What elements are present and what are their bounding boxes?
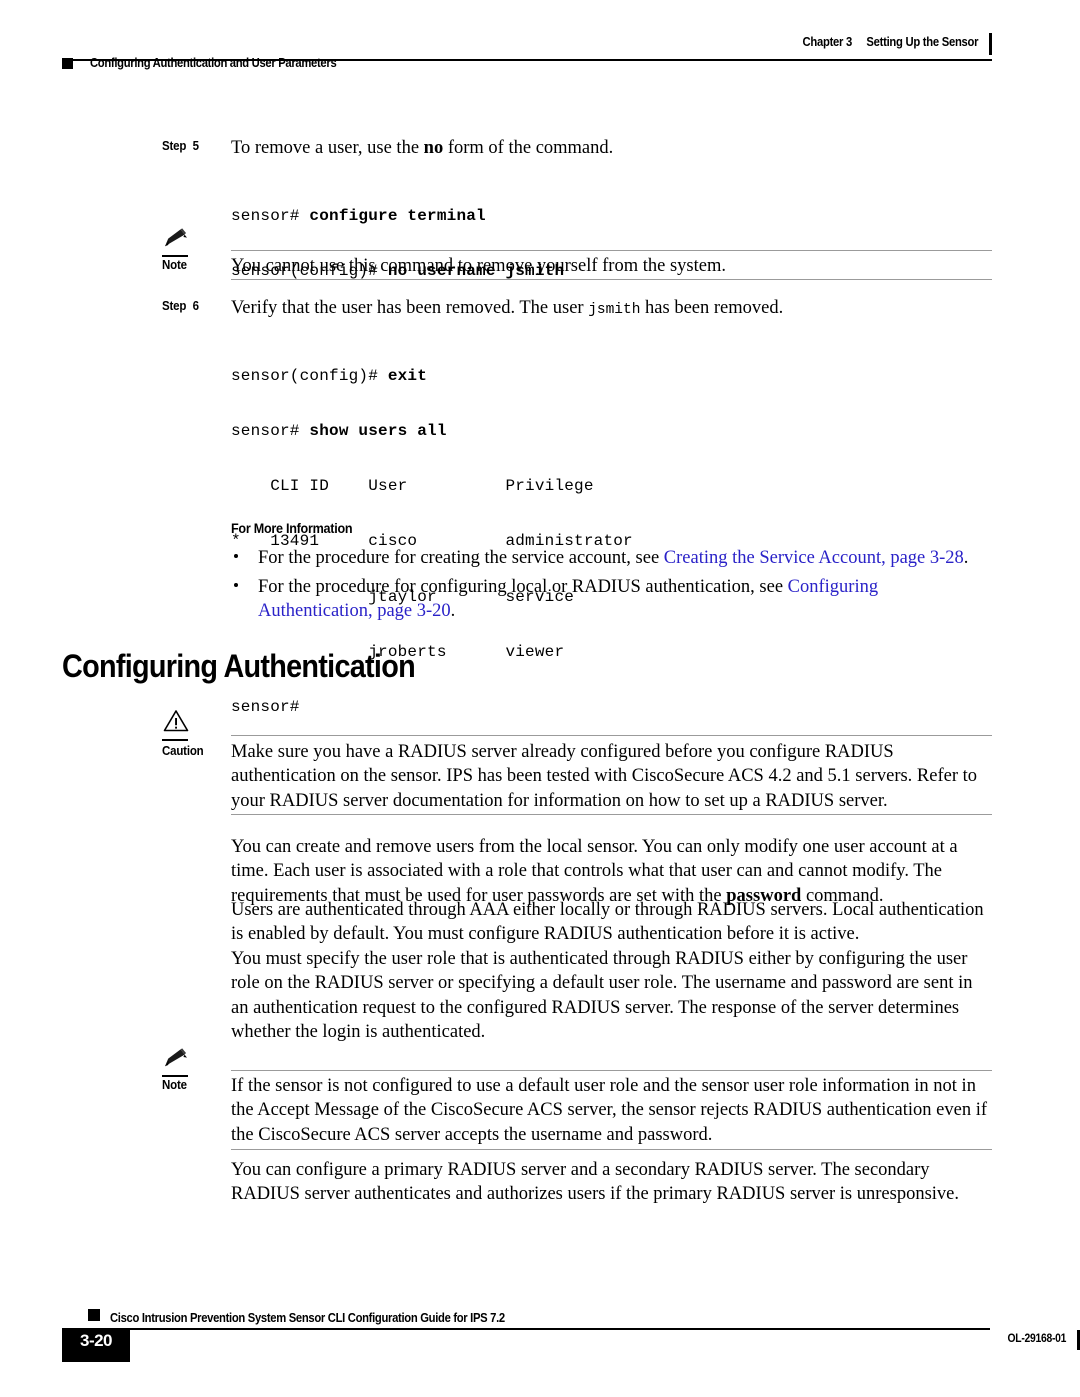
caution-rule-bottom — [231, 814, 992, 815]
note-2-keyword: Note — [162, 1078, 187, 1092]
pencil-icon-underline — [162, 255, 188, 257]
cli-prompt: sensor(config)# — [231, 366, 388, 385]
step-6-label: Step 6 — [162, 299, 221, 313]
footer-square-bullet-icon — [88, 1309, 100, 1321]
caution-icon-underline — [162, 739, 188, 741]
cli-prompt: sensor# — [231, 206, 310, 225]
users-table-header: CLI ID User Privilege — [231, 477, 594, 496]
cli-command: show users all — [309, 422, 447, 441]
pencil-icon — [162, 228, 224, 257]
step-5-word: Step — [162, 139, 187, 153]
step-5-text: To remove a user, use the no form of the… — [231, 136, 991, 160]
header-edge-marker — [988, 33, 992, 55]
pencil-icon-svg — [165, 228, 187, 247]
list-item-text: For the procedure for creating the servi… — [258, 546, 991, 570]
bullet-1-text-before: For the procedure for creating the servi… — [258, 548, 664, 568]
step-5-bold-term: no — [423, 138, 444, 158]
note-2-rule-bottom — [231, 1149, 992, 1150]
paragraph-user-role-radius: You must specify the user role that is a… — [231, 949, 973, 1042]
step-5-number: 5 — [192, 139, 199, 153]
note-rule-top — [231, 250, 992, 251]
code-block-show-users: sensor(config)# exit sensor# show users … — [231, 330, 991, 753]
header-chapter-number: Chapter 3 — [802, 35, 852, 49]
running-head-text: Configuring Authentication and User Para… — [90, 56, 337, 70]
paragraph-primary-secondary-radius: You can configure a primary RADIUS serve… — [231, 1160, 959, 1205]
bullet-dot-icon — [234, 554, 238, 558]
step-5-text-after: form of the command. — [443, 138, 614, 158]
cli-command: exit — [387, 366, 428, 385]
step-6-text: Verify that the user has been removed. T… — [231, 296, 991, 322]
step-5-text-before: To remove a user, use the — [231, 138, 424, 158]
step-6-text-after: has been removed. — [640, 298, 784, 318]
note-2-text: If the sensor is not configured to use a… — [231, 1076, 988, 1145]
pencil-icon-underline — [162, 1075, 188, 1077]
caution-text: Make sure you have a RADIUS server alrea… — [231, 742, 978, 811]
document-page: Chapter 3 Setting Up the Sensor Configuri… — [0, 0, 1080, 1397]
footer-edge-marker — [1076, 1330, 1080, 1350]
code-line: sensor(config)# exit — [231, 367, 991, 385]
step-6-number: 6 — [192, 299, 199, 313]
note-text: You cannot use this command to remove yo… — [231, 256, 726, 276]
bullet-1-text-after: . — [963, 548, 969, 568]
running-head: Configuring Authentication and User Para… — [62, 56, 762, 76]
step-6-word: Step — [162, 299, 187, 313]
bullet-dot-icon — [234, 583, 238, 587]
header-chapter-info: Chapter 3 Setting Up the Sensor — [802, 35, 978, 49]
note-2-rule-top — [231, 1070, 992, 1071]
header-chapter-title: Setting Up the Sensor — [866, 35, 978, 49]
footer-rule — [100, 1328, 990, 1330]
cross-reference-link-creating-service-account[interactable]: Creating the Service Account, page 3-28 — [664, 548, 964, 568]
cli-final-prompt: sensor# — [231, 698, 300, 717]
cli-prompt: sensor# — [231, 422, 310, 441]
warning-triangle-icon-svg — [163, 710, 189, 732]
note-rule-bottom — [231, 279, 992, 280]
code-line: sensor# show users all — [231, 422, 991, 440]
footer-page-number: 3-20 — [79, 1331, 113, 1350]
paragraph-user-roles: You can create and remove users from the… — [231, 835, 991, 908]
warning-triangle-icon — [162, 709, 224, 741]
footer-document-id: OL-29168-01 — [1007, 1333, 1066, 1345]
square-bullet-icon — [62, 58, 73, 69]
paragraph-aaa-authentication: Users are authenticated through AAA eith… — [231, 900, 984, 945]
pencil-icon — [162, 1048, 224, 1077]
caution-rule-top — [231, 735, 992, 736]
step-5-label: Step 5 — [162, 139, 221, 153]
pencil-icon-svg — [165, 1048, 187, 1067]
list-item-text: For the procedure for configuring local … — [258, 575, 991, 624]
code-line: sensor# configure terminal — [231, 207, 991, 225]
step-6-text-before: Verify that the user has been removed. T… — [231, 298, 589, 318]
bullet-2-text-after: . — [450, 601, 456, 622]
section-heading: Configuring Authentication — [62, 648, 416, 684]
step-6-mono-term: jsmith — [588, 302, 641, 318]
cli-command: configure terminal — [309, 206, 486, 225]
caution-keyword: Caution — [162, 744, 204, 758]
for-more-information-heading: For More Information — [231, 520, 353, 536]
footer-guide-title: Cisco Intrusion Prevention System Sensor… — [110, 1311, 505, 1325]
note-keyword: Note — [162, 258, 187, 272]
bullet-2-text-before: For the procedure for configuring local … — [258, 577, 788, 597]
